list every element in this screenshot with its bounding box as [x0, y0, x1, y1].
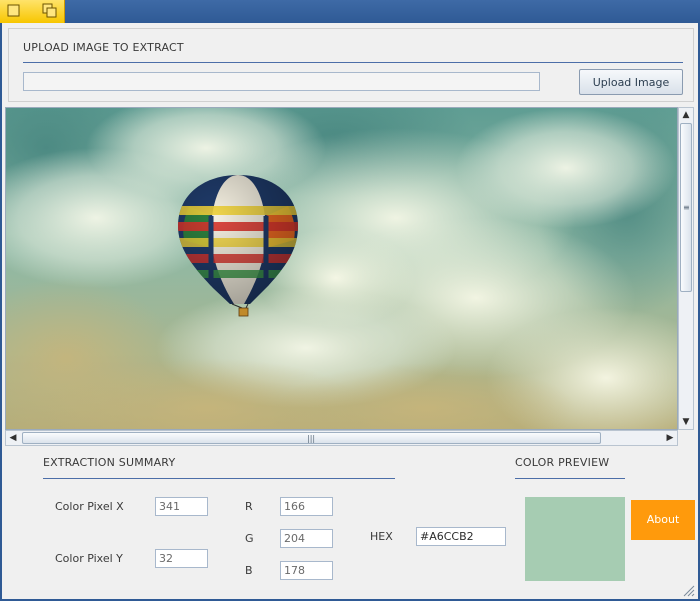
pixel-y-label: Color Pixel Y [55, 552, 123, 565]
preview-divider [515, 478, 625, 479]
hex-field[interactable]: #A6CCB2 [416, 527, 506, 546]
horizontal-scroll-thumb[interactable]: ||| [22, 432, 601, 444]
color-swatch [525, 497, 625, 581]
upload-section-title: UPLOAD IMAGE TO EXTRACT [23, 41, 184, 54]
summary-divider [43, 478, 395, 479]
title-bar [0, 0, 700, 23]
pixel-x-label: Color Pixel X [55, 500, 124, 513]
upload-divider [23, 62, 683, 63]
vertical-scrollbar[interactable]: ▲ ≡ ▼ [678, 107, 694, 430]
triangle-right-icon[interactable]: ▶ [663, 431, 677, 445]
pixel-y-field[interactable]: 32 [155, 549, 208, 568]
b-field[interactable]: 178 [280, 561, 333, 580]
triangle-down-icon[interactable]: ▼ [679, 415, 693, 429]
vertical-scroll-thumb[interactable]: ≡ [680, 123, 692, 292]
grip-icon: ||| [307, 434, 316, 443]
about-button[interactable]: About [631, 500, 695, 540]
square-icon[interactable] [6, 3, 22, 19]
extraction-summary-title: EXTRACTION SUMMARY [43, 456, 176, 469]
g-label: G [245, 532, 254, 545]
color-preview-title: COLOR PREVIEW [515, 456, 610, 469]
horizontal-scrollbar[interactable]: ◀ ||| ▶ [5, 430, 678, 446]
triangle-left-icon[interactable]: ◀ [6, 431, 20, 445]
upload-image-button[interactable]: Upload Image [579, 69, 683, 95]
window-controls [0, 0, 65, 23]
overlapped-squares-icon[interactable] [42, 3, 58, 19]
r-field[interactable]: 166 [280, 497, 333, 516]
b-label: B [245, 564, 253, 577]
g-field[interactable]: 204 [280, 529, 333, 548]
image-viewport[interactable] [5, 107, 678, 430]
pixel-x-field[interactable]: 341 [155, 497, 208, 516]
balloon-image[interactable] [6, 108, 678, 430]
hex-label: HEX [370, 530, 393, 543]
resize-grip-icon[interactable] [681, 583, 695, 597]
image-path-field[interactable] [23, 72, 540, 91]
r-label: R [245, 500, 253, 513]
grip-icon: ≡ [683, 203, 690, 212]
triangle-up-icon[interactable]: ▲ [679, 108, 693, 122]
